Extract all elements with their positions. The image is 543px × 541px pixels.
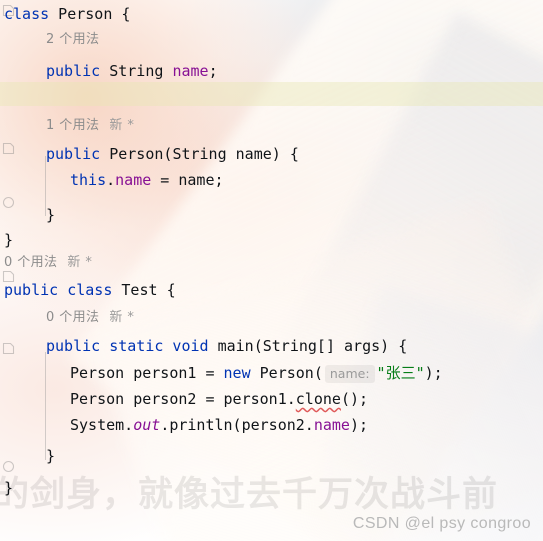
token-method-clone-error: clone bbox=[295, 390, 341, 408]
token-dot: . bbox=[106, 171, 116, 189]
token-method-main: main bbox=[208, 337, 254, 355]
inlay-hint-usages-ctor[interactable]: 1 个用法新 * bbox=[46, 114, 543, 138]
code-line-this-assign[interactable]: this.name = name; bbox=[70, 168, 543, 192]
code-line-new-person1[interactable]: Person person1 = new Person(name: "张三"); bbox=[70, 361, 543, 385]
code-line-field-name[interactable]: public String name; bbox=[46, 59, 543, 83]
token-arg-name: name bbox=[178, 171, 215, 189]
token-brace-close: } bbox=[46, 206, 56, 224]
token-keyword-public-class: public class bbox=[4, 281, 113, 299]
token-paren-close: ) bbox=[271, 145, 290, 163]
token-field-name: name bbox=[313, 416, 350, 434]
token-semicolon: ; bbox=[214, 171, 224, 189]
token-brace-open: { bbox=[166, 281, 176, 299]
code-line-constructor[interactable]: public Person(String name) { bbox=[46, 142, 543, 166]
token-brace-open: { bbox=[398, 337, 408, 355]
code-line-main-signature[interactable]: public static void main(String[] args) { bbox=[46, 334, 543, 358]
token-keyword-new: new bbox=[223, 364, 251, 382]
token-system: System. bbox=[70, 416, 134, 434]
token-ctor-call-person: Person( bbox=[250, 364, 323, 382]
token-semicolon: ; bbox=[208, 62, 218, 80]
inlay-hint-usages-main[interactable]: 0 个用法新 * bbox=[46, 306, 543, 330]
token-tail: ); bbox=[424, 364, 443, 382]
token-brace-close: } bbox=[46, 447, 56, 465]
token-keyword-public: public bbox=[46, 145, 101, 163]
token-brace-close: } bbox=[4, 231, 14, 249]
token-static-field-out: out bbox=[133, 416, 161, 434]
code-line-println[interactable]: System.out.println(person2.name); bbox=[70, 413, 543, 437]
code-editor[interactable]: class Person { 2 个用法 public String name;… bbox=[0, 0, 543, 541]
token-field-name: name bbox=[115, 171, 152, 189]
token-tail: ); bbox=[349, 416, 369, 434]
token-keyword-public-static-void: public static void bbox=[46, 337, 209, 355]
code-content[interactable]: class Person { 2 个用法 public String name;… bbox=[0, 0, 543, 541]
code-line-class-person[interactable]: class Person { bbox=[4, 2, 543, 26]
token-keyword-this: this bbox=[70, 171, 107, 189]
code-line-class-test-close[interactable]: } bbox=[4, 476, 543, 500]
token-brace-open: { bbox=[121, 5, 131, 23]
token-decl-person1: Person person1 = bbox=[70, 364, 224, 382]
token-brace-close: } bbox=[4, 479, 14, 497]
token-param-string-name: String name bbox=[172, 145, 272, 163]
code-line-ctor-close[interactable]: } bbox=[46, 203, 543, 227]
token-decl-person2: Person person2 = person1. bbox=[70, 390, 296, 408]
inlay-author-new: 新 * bbox=[67, 255, 93, 270]
token-main-params: (String[] args) bbox=[253, 337, 399, 355]
parameter-name-hint: name: bbox=[324, 365, 375, 383]
token-type-string: String bbox=[100, 62, 173, 80]
inlay-usages-count: 2 个用法 bbox=[46, 32, 100, 47]
inlay-usages-count: 1 个用法 bbox=[46, 118, 100, 133]
token-type-test: Test bbox=[112, 281, 167, 299]
token-println-call: .println(person2. bbox=[160, 416, 314, 434]
code-line-class-test[interactable]: public class Test { bbox=[4, 278, 543, 302]
token-tail: (); bbox=[340, 390, 369, 408]
inlay-author-new: 新 * bbox=[109, 310, 135, 325]
token-ctor-person: Person bbox=[100, 145, 164, 163]
token-type-person: Person bbox=[49, 5, 122, 23]
token-brace-open: { bbox=[289, 145, 299, 163]
token-keyword-class: class bbox=[4, 5, 50, 23]
inlay-author-new: 新 * bbox=[109, 118, 135, 133]
inlay-hint-usages-field[interactable]: 2 个用法 bbox=[46, 28, 543, 52]
code-line-class-person-close[interactable]: } bbox=[4, 228, 543, 252]
token-equals: = bbox=[151, 171, 179, 189]
token-field-name: name bbox=[172, 62, 209, 80]
token-string-literal: "张三" bbox=[376, 364, 425, 382]
code-line-clone-person2[interactable]: Person person2 = person1.clone(); bbox=[70, 387, 543, 411]
token-keyword-public: public bbox=[46, 62, 101, 80]
inlay-usages-count: 0 个用法 bbox=[46, 310, 100, 325]
code-line-main-close[interactable]: } bbox=[46, 444, 543, 468]
inlay-hint-usages-class-test[interactable]: 0 个用法新 * bbox=[4, 251, 543, 275]
inlay-usages-count: 0 个用法 bbox=[4, 255, 58, 270]
